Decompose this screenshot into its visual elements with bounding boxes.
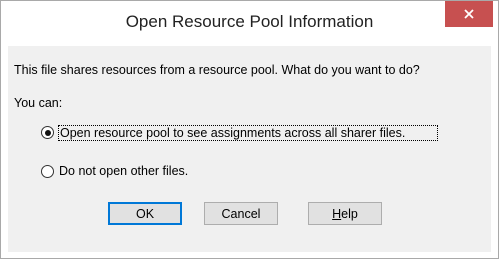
option-open-resource-pool[interactable]: Open resource pool to see assignments ac…: [41, 125, 438, 141]
option-do-not-open-label[interactable]: Do not open other files.: [58, 164, 189, 178]
you-can-label: You can:: [14, 96, 63, 110]
title-bar[interactable]: Open Resource Pool Information: [1, 1, 498, 46]
help-mnemonic: H: [332, 206, 342, 221]
option-open-resource-pool-label[interactable]: Open resource pool to see assignments ac…: [58, 125, 438, 141]
close-button[interactable]: [445, 1, 493, 27]
help-button[interactable]: Help: [308, 202, 382, 225]
prompt-text: This file shares resources from a resour…: [14, 63, 420, 77]
radio-do-not-open[interactable]: [41, 165, 54, 178]
radio-open-resource-pool[interactable]: [41, 126, 54, 139]
help-label-rest: elp: [341, 206, 358, 221]
cancel-button[interactable]: Cancel: [204, 202, 278, 225]
dialog-window: Open Resource Pool Information This file…: [0, 0, 499, 259]
dialog-title: Open Resource Pool Information: [125, 12, 374, 31]
ok-button[interactable]: OK: [108, 202, 182, 225]
close-icon: [464, 9, 474, 19]
option-do-not-open[interactable]: Do not open other files.: [41, 164, 189, 178]
dialog-body: This file shares resources from a resour…: [8, 46, 491, 252]
